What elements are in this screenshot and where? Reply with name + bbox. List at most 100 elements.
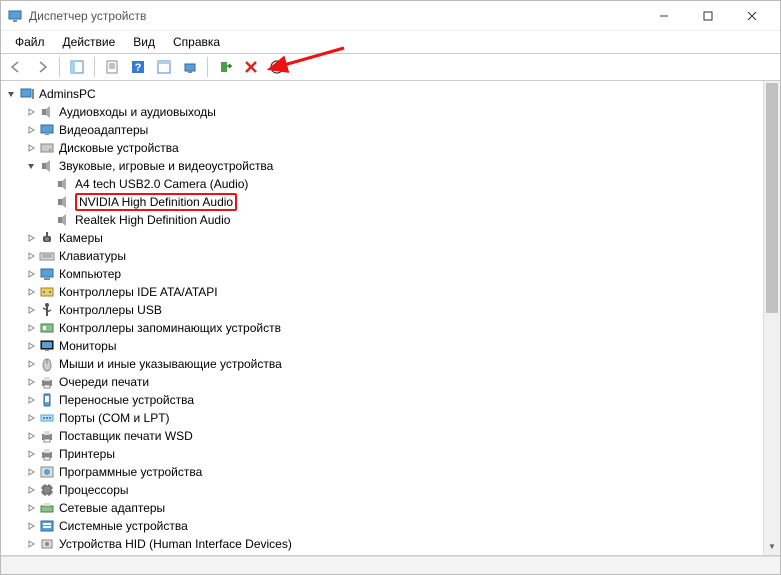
- category-label: Клавиатуры: [59, 249, 126, 263]
- device-nvidia-hd-audio[interactable]: NVIDIA High Definition Audio: [1, 193, 780, 211]
- category-keyboards[interactable]: Клавиатуры: [1, 247, 780, 265]
- toolbar-separator: [94, 57, 95, 77]
- titlebar: Диспетчер устройств: [1, 1, 780, 31]
- category-label: Аудиовходы и аудиовыходы: [59, 105, 216, 119]
- category-label: Контроллеры IDE ATA/ATAPI: [59, 285, 218, 299]
- display-icon: [39, 122, 55, 138]
- maximize-button[interactable]: [686, 1, 730, 31]
- printer-icon: [39, 428, 55, 444]
- category-usb-ctrl[interactable]: Контроллеры USB: [1, 301, 780, 319]
- category-wsd-print[interactable]: Поставщик печати WSD: [1, 427, 780, 445]
- expander-icon[interactable]: [25, 106, 37, 118]
- expander-icon[interactable]: [25, 412, 37, 424]
- menu-file[interactable]: Файл: [7, 33, 53, 51]
- device-a4tech[interactable]: A4 tech USB2.0 Camera (Audio): [1, 175, 780, 193]
- expander-icon[interactable]: [25, 322, 37, 334]
- menu-help[interactable]: Справка: [165, 33, 228, 51]
- update-driver-button[interactable]: [179, 56, 201, 78]
- statusbar: [1, 556, 780, 574]
- help-button[interactable]: ?: [127, 56, 149, 78]
- menu-view[interactable]: Вид: [125, 33, 163, 51]
- category-processors[interactable]: Процессоры: [1, 481, 780, 499]
- device-manager-window: Диспетчер устройств Файл Действие Вид Сп…: [0, 0, 781, 575]
- category-ports[interactable]: Порты (COM и LPT): [1, 409, 780, 427]
- toolbar-separator: [59, 57, 60, 77]
- category-disk-drives[interactable]: Дисковые устройства: [1, 139, 780, 157]
- expander-icon[interactable]: [25, 394, 37, 406]
- close-button[interactable]: [730, 1, 774, 31]
- category-label: Программные устройства: [59, 465, 202, 479]
- vertical-scrollbar[interactable]: ▲ ▼: [763, 81, 780, 555]
- category-label: Переносные устройства: [59, 393, 194, 407]
- scrollbar-thumb[interactable]: [766, 83, 778, 313]
- expander-icon[interactable]: [25, 286, 37, 298]
- category-mice[interactable]: Мыши и иные указывающие устройства: [1, 355, 780, 373]
- category-hid[interactable]: Устройства HID (Human Interface Devices): [1, 535, 780, 553]
- expander-icon[interactable]: [25, 376, 37, 388]
- expander-icon[interactable]: [25, 142, 37, 154]
- keyboard-icon: [39, 248, 55, 264]
- expander-icon[interactable]: [25, 304, 37, 316]
- category-computer[interactable]: Компьютер: [1, 265, 780, 283]
- category-video-adapters[interactable]: Видеоадаптеры: [1, 121, 780, 139]
- category-portable[interactable]: Переносные устройства: [1, 391, 780, 409]
- minimize-button[interactable]: [642, 1, 686, 31]
- tree-root[interactable]: AdminsPC: [1, 85, 780, 103]
- expander-icon[interactable]: [25, 232, 37, 244]
- expander-icon[interactable]: [25, 430, 37, 442]
- category-ide-ata[interactable]: Контроллеры IDE ATA/ATAPI: [1, 283, 780, 301]
- computer-icon: [19, 86, 35, 102]
- category-label: Контроллеры USB: [59, 303, 162, 317]
- category-label: Компьютер: [59, 267, 121, 281]
- expander-icon[interactable]: [25, 358, 37, 370]
- expander-icon[interactable]: [25, 250, 37, 262]
- device-tree[interactable]: AdminsPC Аудиовходы и аудиовыходы Видеоада…: [1, 81, 780, 555]
- expander-icon[interactable]: [25, 124, 37, 136]
- category-label: Мыши и иные указывающие устройства: [59, 357, 282, 371]
- category-label: Сетевые адаптеры: [59, 501, 165, 515]
- menubar: Файл Действие Вид Справка: [1, 31, 780, 53]
- show-hide-tree-button[interactable]: [66, 56, 88, 78]
- portable-icon: [39, 392, 55, 408]
- expander-icon[interactable]: [25, 520, 37, 532]
- category-label: Очереди печати: [59, 375, 149, 389]
- port-icon: [39, 410, 55, 426]
- category-monitors[interactable]: Мониторы: [1, 337, 780, 355]
- device-label: Realtek High Definition Audio: [75, 213, 230, 227]
- install-legacy-button[interactable]: [266, 56, 288, 78]
- category-sound-game-video[interactable]: Звуковые, игровые и видеоустройства: [1, 157, 780, 175]
- system-icon: [39, 518, 55, 534]
- expander-icon[interactable]: [25, 340, 37, 352]
- back-button[interactable]: [5, 56, 27, 78]
- category-audio-io[interactable]: Аудиовходы и аудиовыходы: [1, 103, 780, 121]
- category-label: Контроллеры запоминающих устройств: [59, 321, 281, 335]
- expander-icon[interactable]: [25, 502, 37, 514]
- category-label: Видеоадаптеры: [59, 123, 148, 137]
- expander-icon[interactable]: [25, 538, 37, 550]
- printer-icon: [39, 446, 55, 462]
- tree-root-label: AdminsPC: [39, 87, 96, 101]
- expander-icon[interactable]: [25, 484, 37, 496]
- scroll-down-button[interactable]: ▼: [764, 538, 780, 555]
- category-network[interactable]: Сетевые адаптеры: [1, 499, 780, 517]
- forward-button[interactable]: [31, 56, 53, 78]
- category-print-queues[interactable]: Очереди печати: [1, 373, 780, 391]
- device-realtek-hd-audio[interactable]: Realtek High Definition Audio: [1, 211, 780, 229]
- category-label: Системные устройства: [59, 519, 188, 533]
- properties-button[interactable]: [101, 56, 123, 78]
- expander-icon[interactable]: [25, 448, 37, 460]
- category-software-devices[interactable]: Программные устройства: [1, 463, 780, 481]
- expander-icon[interactable]: [25, 268, 37, 280]
- expander-icon[interactable]: [25, 466, 37, 478]
- expander-icon[interactable]: [5, 88, 17, 100]
- category-cameras[interactable]: Камеры: [1, 229, 780, 247]
- scan-hardware-button[interactable]: [153, 56, 175, 78]
- category-storage-ctrl[interactable]: Контроллеры запоминающих устройств: [1, 319, 780, 337]
- category-printers[interactable]: Принтеры: [1, 445, 780, 463]
- expander-icon[interactable]: [25, 160, 37, 172]
- uninstall-device-button[interactable]: [240, 56, 262, 78]
- category-system[interactable]: Системные устройства: [1, 517, 780, 535]
- menu-action[interactable]: Действие: [55, 33, 124, 51]
- speaker-icon: [39, 104, 55, 120]
- enable-device-button[interactable]: [214, 56, 236, 78]
